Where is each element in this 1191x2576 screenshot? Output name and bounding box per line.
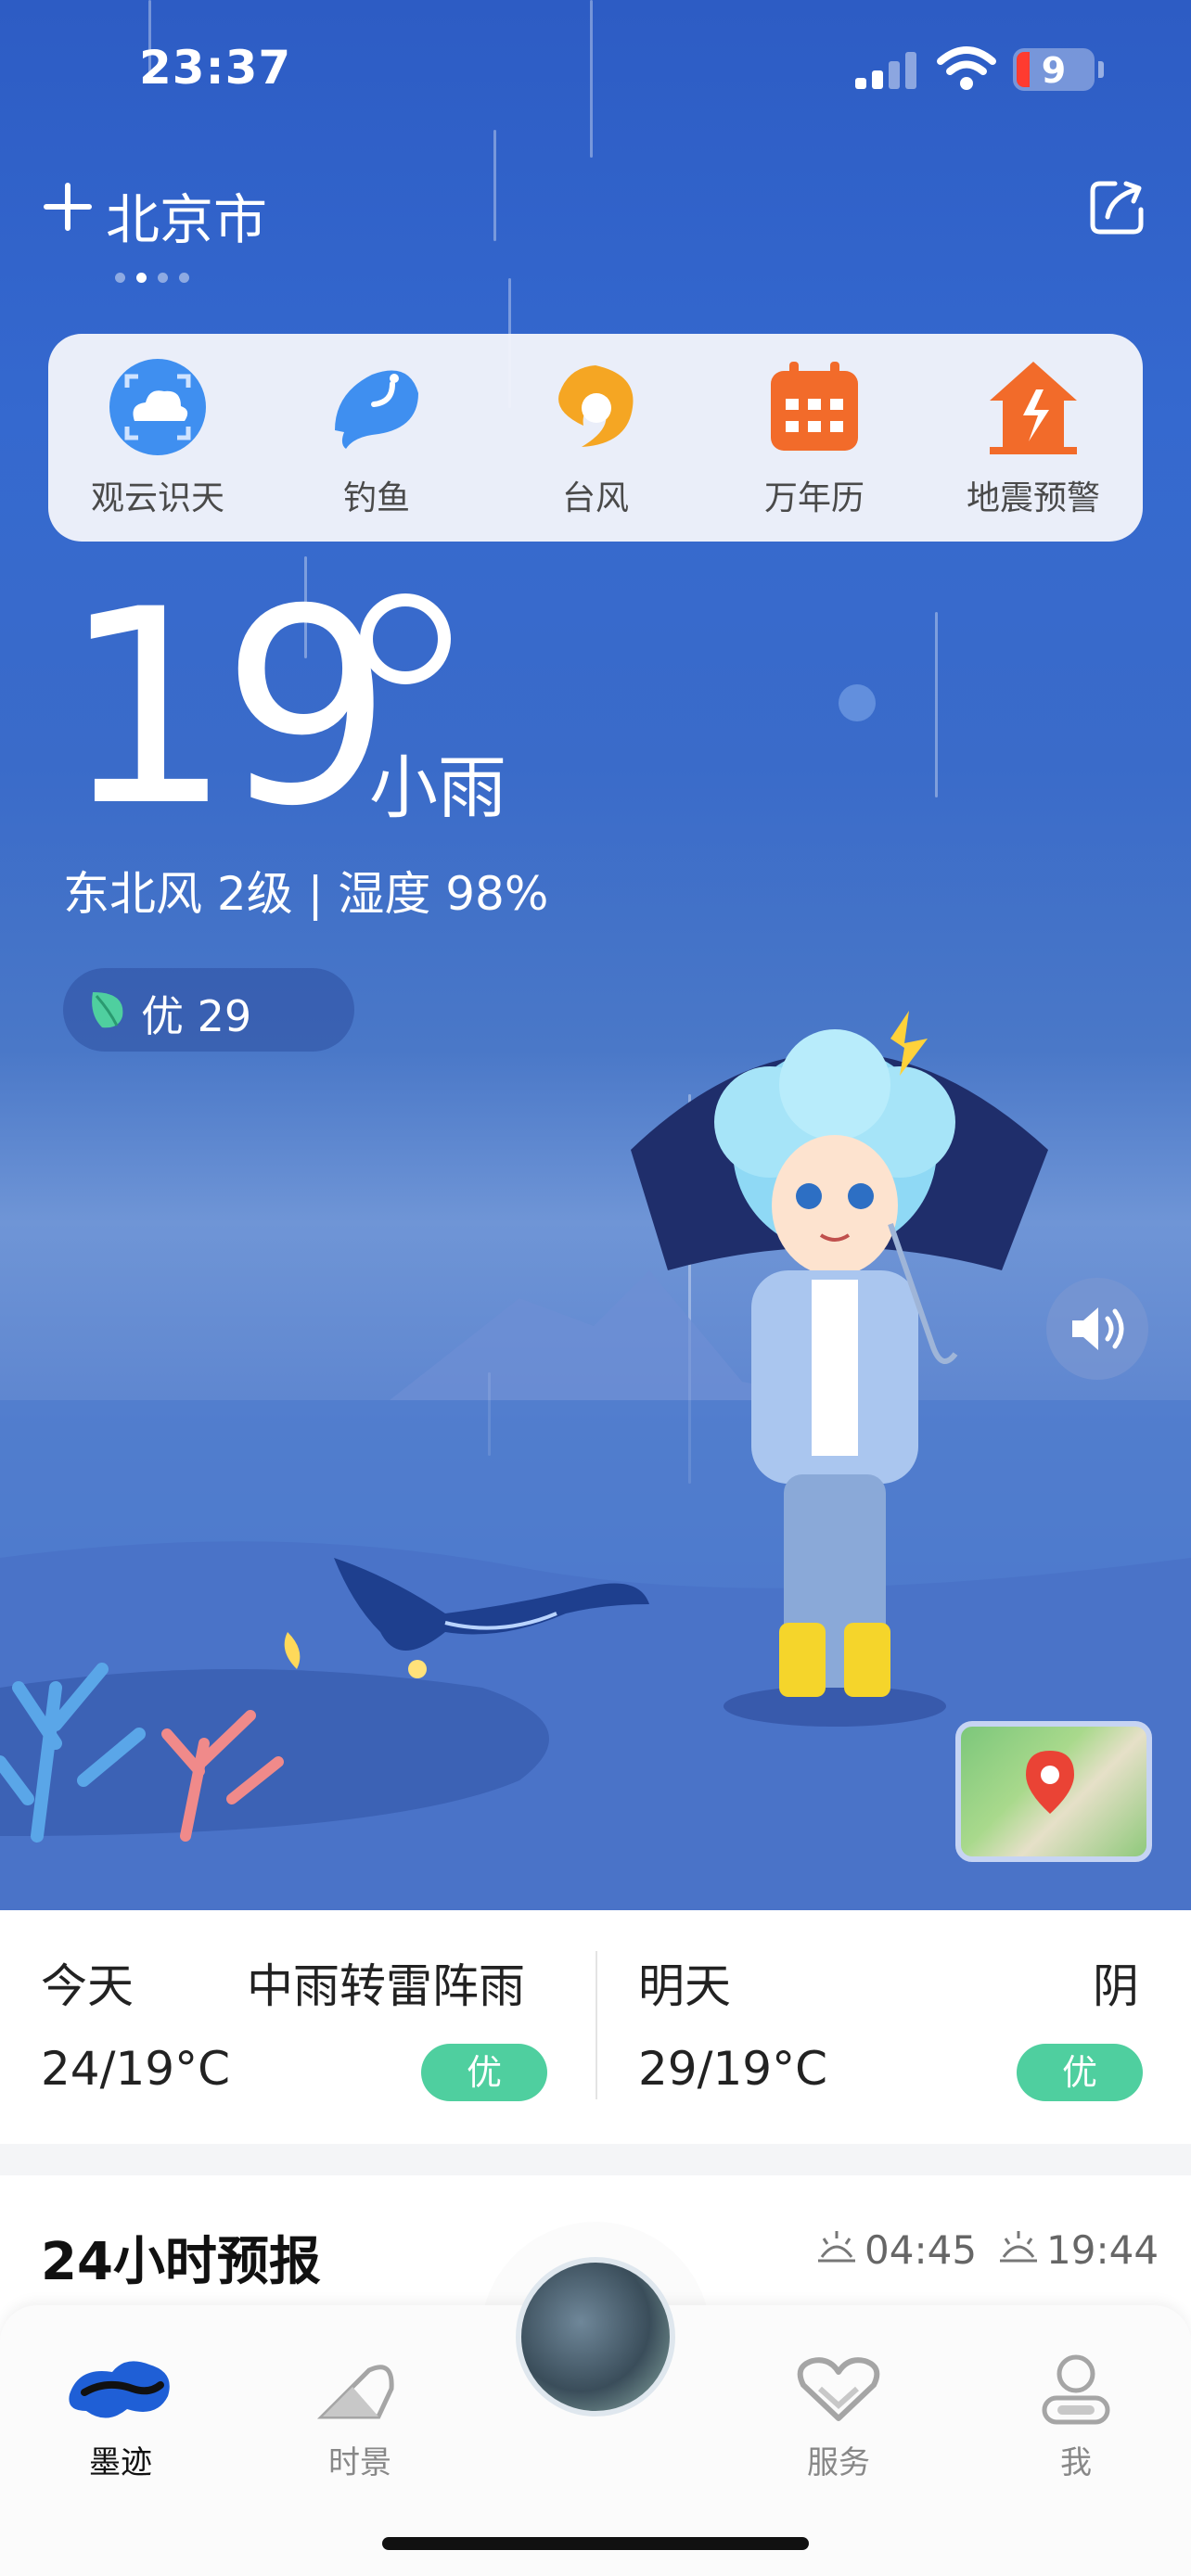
- user-icon: [1042, 2354, 1110, 2425]
- tool-calendar[interactable]: 万年历: [712, 356, 916, 519]
- typhoon-icon: [544, 356, 647, 458]
- calendar-icon: [763, 356, 865, 458]
- moji-logo-icon: [69, 2361, 170, 2418]
- today-aqi-pill: 优: [421, 2044, 547, 2101]
- share-icon[interactable]: [1087, 176, 1148, 237]
- current-condition: 小雨: [369, 748, 506, 828]
- tool-typhoon[interactable]: 台风: [493, 356, 698, 519]
- tool-label: 地震预警: [966, 479, 1100, 517]
- cellular-signal-icon: [855, 52, 916, 89]
- tool-label: 万年历: [763, 479, 864, 517]
- map-pin-icon: [1026, 1751, 1074, 1814]
- fish-icon: [326, 356, 428, 458]
- weather-hero: [0, 0, 1191, 1910]
- today-temp: 24/19°C: [41, 2042, 231, 2096]
- tab-label: 服务: [807, 2444, 870, 2481]
- tools-card: 观云识天 钓鱼 台风 万年历 地震预警: [48, 334, 1143, 542]
- current-temperature: 19: [61, 553, 392, 865]
- tool-cloud-recognition[interactable]: 观云识天: [56, 356, 260, 519]
- sunset-icon: [1000, 2231, 1037, 2263]
- tool-label: 台风: [561, 479, 629, 517]
- tab-me[interactable]: 我: [1002, 2352, 1150, 2482]
- scenery-icon: [316, 2365, 394, 2419]
- status-time: 23:37: [139, 41, 292, 95]
- wifi-icon: [937, 46, 996, 90]
- tool-fishing[interactable]: 钓鱼: [275, 356, 479, 519]
- forecast-divider: [596, 1951, 597, 2099]
- tab-label: 墨迹: [89, 2444, 152, 2481]
- tool-label: 钓鱼: [342, 479, 410, 517]
- aqi-badge[interactable]: 优 29: [63, 968, 354, 1052]
- tab-label: 时景: [328, 2444, 391, 2481]
- sunrise-time: 04:45: [864, 2227, 978, 2273]
- page-dot-active: [136, 273, 147, 283]
- battery-level: 9: [1041, 50, 1067, 91]
- plus-icon[interactable]: [43, 182, 93, 232]
- today-label: 今天: [41, 1959, 134, 2013]
- tab-scenery[interactable]: 时景: [286, 2352, 434, 2482]
- tomorrow-temp: 29/19°C: [638, 2042, 828, 2096]
- tomorrow-condition: 阴: [1093, 1959, 1139, 2013]
- page-dot: [179, 273, 189, 283]
- tab-moji[interactable]: 墨迹: [46, 2352, 195, 2482]
- wind-humidity: 东北风 2级 | 湿度 98%: [63, 867, 549, 921]
- tool-label: 观云识天: [90, 479, 224, 517]
- tomorrow-aqi-pill: 优: [1017, 2044, 1143, 2101]
- map-thumbnail[interactable]: [955, 1721, 1152, 1862]
- tab-services[interactable]: 服务: [764, 2352, 913, 2482]
- page-dot: [158, 273, 168, 283]
- aqi-value: 优 29: [141, 991, 252, 1041]
- weather-character-illustration: [631, 1011, 1048, 1727]
- today-condition: 中雨转雷阵雨: [247, 1959, 525, 2013]
- hourly-title[interactable]: 24小时预报: [41, 2220, 321, 2295]
- cloud-scan-icon: [107, 356, 209, 458]
- speaker-icon: [1072, 1307, 1124, 1350]
- earthquake-house-icon: [982, 356, 1084, 458]
- center-feature-button[interactable]: [516, 2257, 675, 2417]
- page-indicator: [115, 269, 200, 287]
- leaf-icon: [92, 992, 123, 1028]
- home-indicator[interactable]: [382, 2537, 809, 2550]
- sunrise-icon: [818, 2231, 855, 2263]
- heart-service-icon: [797, 2357, 880, 2421]
- page-dot: [115, 273, 125, 283]
- city-name[interactable]: 北京市: [106, 176, 267, 254]
- sound-button[interactable]: [1046, 1278, 1148, 1380]
- tool-earthquake-alert[interactable]: 地震预警: [931, 356, 1135, 519]
- sunset-time: 19:44: [1046, 2227, 1159, 2273]
- battery-indicator: 9: [1013, 48, 1095, 91]
- battery-cap: [1098, 61, 1104, 78]
- tomorrow-label: 明天: [638, 1959, 731, 2013]
- degree-symbol: [360, 593, 451, 684]
- tab-label: 我: [1060, 2444, 1092, 2481]
